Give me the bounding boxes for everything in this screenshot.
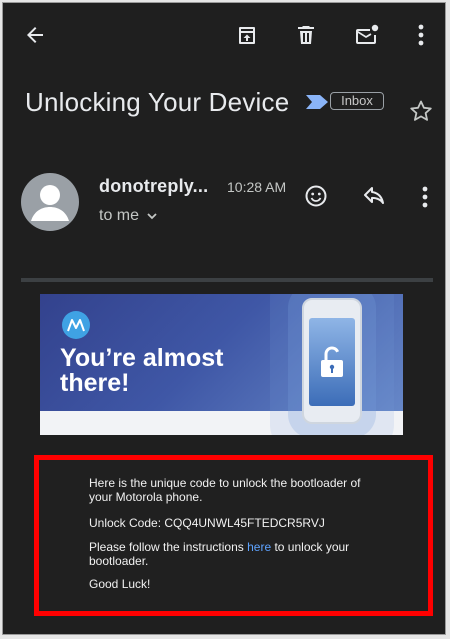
importance-marker-icon[interactable] — [306, 95, 328, 114]
recipient-details-toggle[interactable]: to me — [99, 207, 159, 225]
banner-headline-line1: You’re almost — [60, 344, 224, 372]
instructions-link[interactable]: here — [247, 540, 271, 554]
archive-icon[interactable] — [233, 21, 261, 49]
email-view: Unlocking Your Device Inbox donotreply..… — [2, 2, 446, 635]
instructions-text-before: Please follow the instructions — [89, 540, 248, 554]
divider — [21, 278, 433, 282]
arrow-back-icon[interactable] — [21, 21, 49, 49]
top-app-bar — [3, 3, 445, 67]
promo-banner: You’re almost there! — [40, 294, 403, 435]
banner-headline-line2: there! — [60, 369, 130, 397]
unlock-code: Unlock Code: CQQ4UNWL45FTEDCR5RVJ — [89, 516, 325, 530]
message-intro: Here is the unique code to unlock the bo… — [89, 476, 361, 504]
email-subject: Unlocking Your Device — [25, 87, 290, 117]
star-icon[interactable] — [409, 99, 433, 128]
reply-icon[interactable] — [360, 183, 388, 209]
email-time: 10:28 AM — [227, 179, 287, 195]
banner-headline: You’re almost there! — [60, 346, 260, 396]
emoji-reaction-icon[interactable] — [303, 183, 329, 209]
message-signoff: Good Luck! — [89, 577, 151, 591]
mark-unread-icon[interactable] — [351, 21, 381, 49]
avatar[interactable] — [21, 173, 79, 231]
chevron-down-icon — [147, 213, 157, 220]
message-instructions: Please follow the instructions here to u… — [89, 540, 379, 568]
message-more-icon[interactable] — [415, 183, 435, 211]
phone-image — [302, 298, 362, 424]
inbox-label-chip[interactable]: Inbox — [330, 92, 384, 110]
more-vert-icon[interactable] — [409, 21, 433, 49]
unlocked-padlock-icon — [321, 346, 343, 377]
trash-icon[interactable] — [292, 21, 320, 49]
motorola-logo-icon — [62, 311, 90, 339]
recipient-label: to me — [99, 207, 140, 224]
phone-screen — [309, 318, 355, 406]
sender-name[interactable]: donotreply... — [99, 176, 208, 197]
